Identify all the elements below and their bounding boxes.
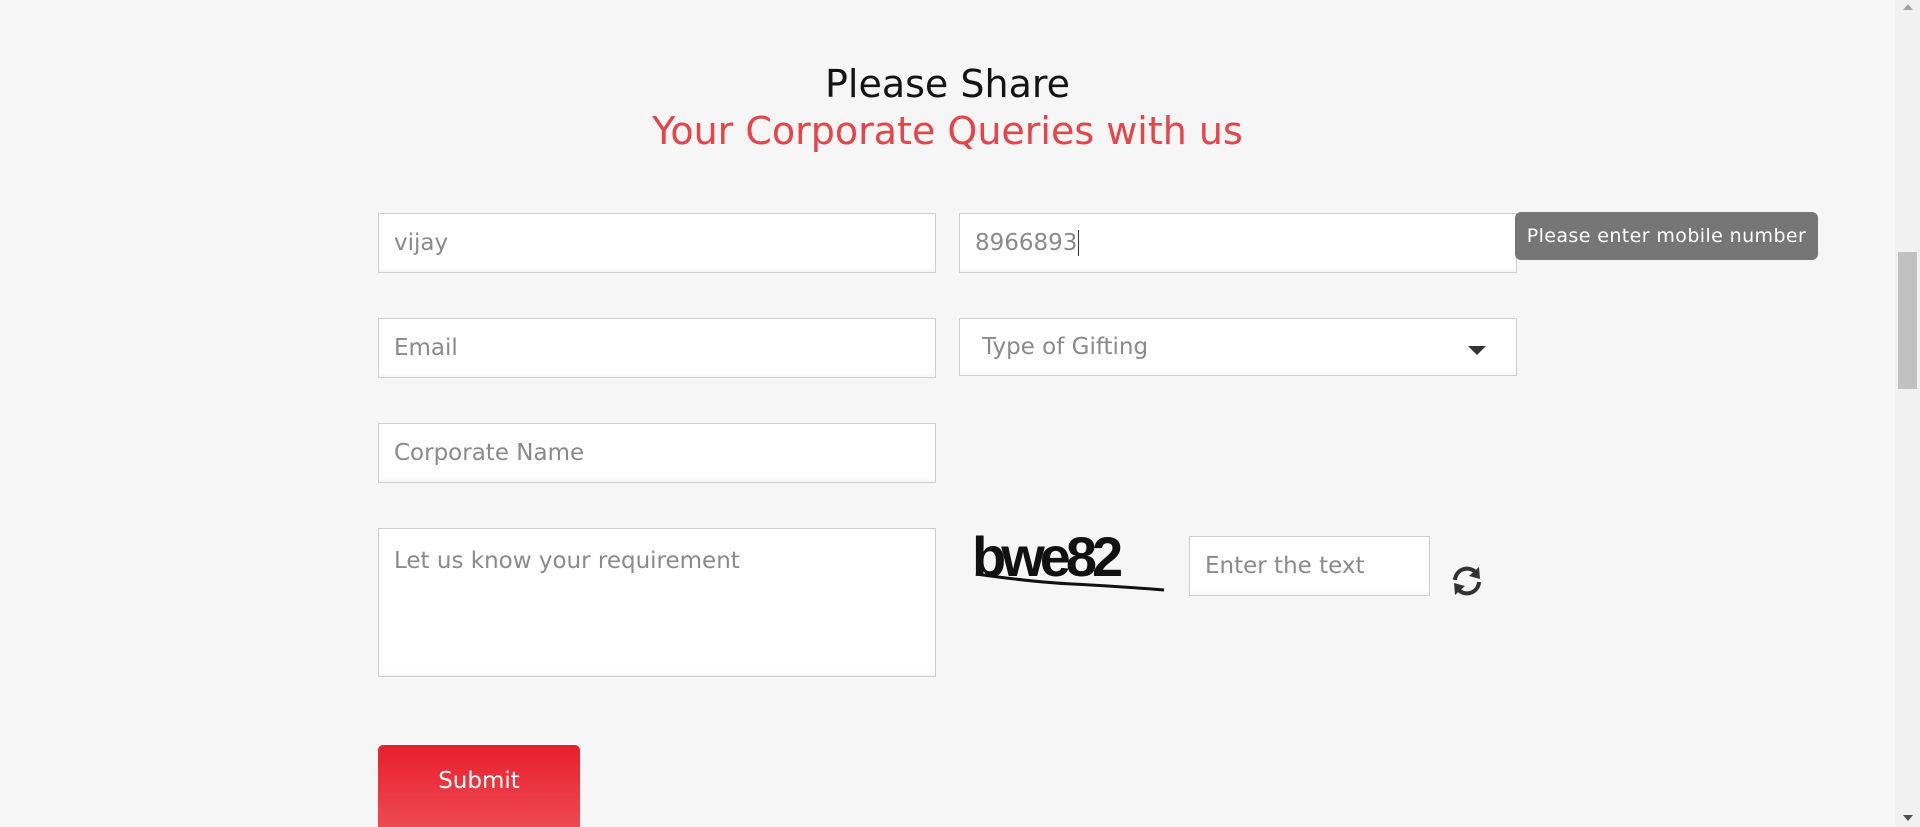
- mobile-field-value: 8966893: [975, 230, 1078, 256]
- gifting-type-select[interactable]: Type of Gifting: [959, 318, 1517, 376]
- email-field-placeholder: Email: [394, 335, 458, 361]
- corporate-name-placeholder: Corporate Name: [394, 440, 585, 466]
- scroll-down-icon[interactable]: [1903, 815, 1913, 821]
- captcha-image: bwe82: [972, 525, 1165, 592]
- validation-tooltip: Please enter mobile number: [1515, 212, 1818, 260]
- chevron-down-icon: [1468, 346, 1486, 355]
- scrollbar-thumb[interactable]: [1898, 252, 1917, 389]
- mobile-field[interactable]: 8966893: [959, 213, 1517, 273]
- name-field-value: vijay: [394, 230, 449, 256]
- page-title: Please Share: [824, 62, 1071, 106]
- text-cursor: [1078, 230, 1080, 256]
- requirement-textarea[interactable]: Let us know your requirement: [378, 528, 936, 677]
- corporate-query-page: Please Share Your Corporate Queries with…: [0, 0, 1920, 827]
- gifting-type-selected: Type of Gifting: [982, 334, 1149, 360]
- vertical-scrollbar[interactable]: [1895, 0, 1920, 827]
- name-field[interactable]: vijay: [378, 213, 936, 273]
- captcha-text: bwe82: [972, 525, 1121, 588]
- page-subtitle: Your Corporate Queries with us: [652, 109, 1243, 153]
- captcha-input-placeholder: Enter the text: [1205, 553, 1365, 579]
- scroll-up-icon[interactable]: [1903, 4, 1913, 10]
- corporate-name-field[interactable]: Corporate Name: [378, 423, 936, 483]
- captcha-input[interactable]: Enter the text: [1189, 536, 1430, 596]
- requirement-placeholder: Let us know your requirement: [394, 548, 740, 574]
- email-field[interactable]: Email: [378, 318, 936, 378]
- refresh-icon[interactable]: [1449, 563, 1485, 599]
- submit-button[interactable]: Submit: [378, 745, 580, 827]
